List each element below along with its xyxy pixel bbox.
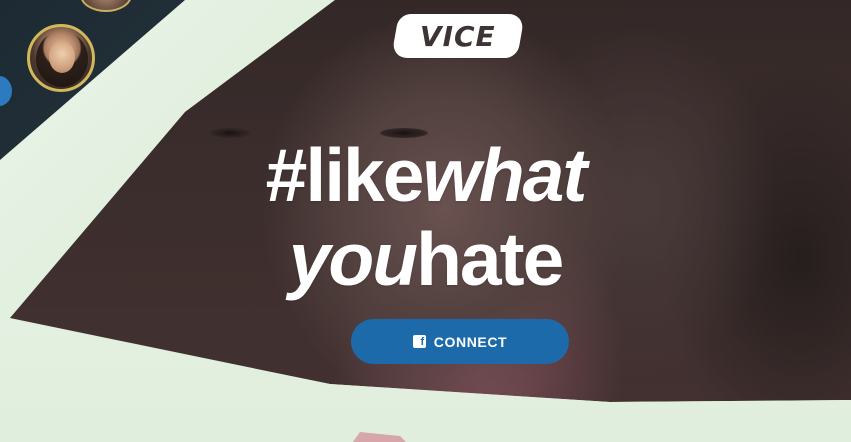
page-stage: VICE #likewhat youhate f CONNECT	[0, 0, 851, 442]
headline-line-1: #likewhat	[265, 133, 588, 217]
logo-text: VICE	[420, 19, 496, 53]
vice-logo[interactable]: VICE	[391, 14, 525, 58]
facebook-icon: f	[412, 335, 426, 348]
avatar[interactable]	[27, 24, 95, 92]
headline-line-2: youhate	[288, 217, 565, 301]
connect-button[interactable]: f CONNECT	[351, 319, 569, 364]
connect-label: CONNECT	[433, 333, 508, 350]
